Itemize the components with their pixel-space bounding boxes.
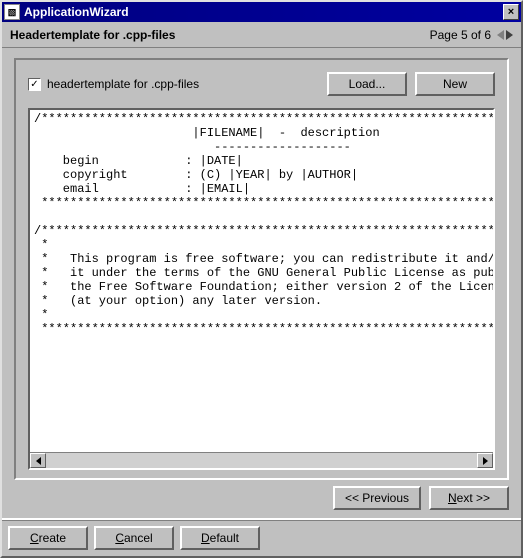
main-panel: ✓ headertemplate for .cpp-files Load... … <box>14 58 509 480</box>
template-textarea[interactable]: /***************************************… <box>30 110 493 452</box>
load-button[interactable]: Load... <box>327 72 407 96</box>
window-title: ApplicationWizard <box>24 5 503 19</box>
horizontal-scrollbar[interactable] <box>30 452 493 468</box>
page-prev-arrow-icon[interactable] <box>497 30 504 40</box>
new-button[interactable]: New <box>415 72 495 96</box>
scroll-right-button[interactable] <box>477 453 493 468</box>
page-indicator: Page 5 of 6 <box>430 28 491 42</box>
subheader-title: Headertemplate for .cpp-files <box>10 28 430 42</box>
options-row: ✓ headertemplate for .cpp-files Load... … <box>28 72 495 96</box>
titlebar: ▧ ApplicationWizard × <box>2 2 521 22</box>
close-button[interactable]: × <box>503 4 519 20</box>
next-button[interactable]: Next >> <box>429 486 509 510</box>
content-area: ✓ headertemplate for .cpp-files Load... … <box>2 48 521 518</box>
scroll-track[interactable] <box>46 453 477 468</box>
create-button[interactable]: Create <box>8 526 88 550</box>
checkbox-label: headertemplate for .cpp-files <box>47 77 319 91</box>
cancel-button[interactable]: Cancel <box>94 526 174 550</box>
enable-template-checkbox[interactable]: ✓ <box>28 78 41 91</box>
wizard-subheader: Headertemplate for .cpp-files Page 5 of … <box>2 22 521 48</box>
app-window: ▧ ApplicationWizard × Headertemplate for… <box>0 0 523 558</box>
page-next-arrow-icon[interactable] <box>506 30 513 40</box>
nav-buttons: << Previous Next >> <box>14 480 509 512</box>
scroll-left-button[interactable] <box>30 453 46 468</box>
app-icon: ▧ <box>4 4 20 20</box>
default-button[interactable]: Default <box>180 526 260 550</box>
arrow-right-icon <box>483 457 488 465</box>
template-editor: /***************************************… <box>28 108 495 470</box>
footer: Create Cancel Default <box>2 518 521 556</box>
previous-button[interactable]: << Previous <box>333 486 421 510</box>
arrow-left-icon <box>36 457 41 465</box>
